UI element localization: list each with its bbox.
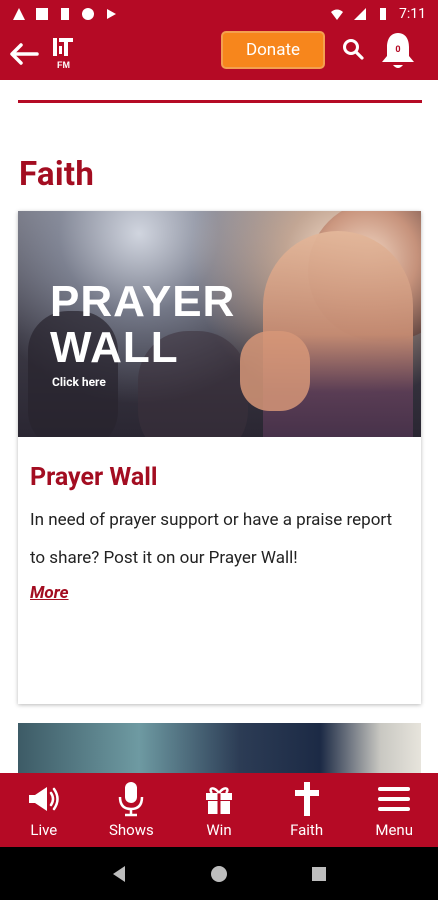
wifi-icon: [331, 9, 343, 20]
back-button[interactable]: [0, 28, 48, 80]
back-triangle-icon[interactable]: [111, 865, 127, 883]
nav-label-live: Live: [30, 821, 58, 839]
image-click-here: Click here: [52, 375, 106, 389]
nav-label-shows: Shows: [109, 821, 154, 839]
circle-notification-icon: [82, 8, 94, 20]
megaphone-icon: [26, 781, 62, 817]
nav-item-faith[interactable]: Faith: [263, 773, 351, 847]
nav-item-menu[interactable]: Menu: [350, 773, 438, 847]
card-description: In need of prayer support or have a prai…: [30, 510, 393, 568]
microphone-icon: [113, 781, 149, 817]
system-icons: 7:11: [330, 6, 426, 22]
recents-square-icon[interactable]: [311, 866, 327, 882]
search-button[interactable]: [338, 34, 368, 64]
status-bar: 7:11: [0, 0, 438, 28]
bottom-navigation: Live Shows Win Faith Menu: [0, 773, 438, 847]
app-notification-icon: [36, 8, 48, 20]
battery-icon: [380, 8, 386, 20]
page-title: Faith: [19, 155, 95, 194]
system-navigation-bar: [0, 847, 438, 900]
notification-icons: [12, 7, 118, 21]
notification-count: 0: [395, 45, 401, 55]
content-divider: [18, 100, 422, 103]
nav-item-live[interactable]: Live: [0, 773, 88, 847]
prayer-wall-image[interactable]: PRAYER WALL Click here: [18, 211, 421, 437]
arrow-left-icon: [10, 43, 39, 65]
warning-icon: [13, 8, 25, 20]
donate-button[interactable]: Donate: [221, 31, 325, 69]
photo-praying-hands: [240, 331, 310, 411]
more-link[interactable]: More: [30, 583, 69, 603]
hamburger-icon: [376, 781, 412, 817]
sd-card-icon: [61, 8, 69, 20]
app-bar: FM Donate 0: [0, 28, 438, 80]
home-circle-icon[interactable]: [210, 865, 228, 883]
station-logo[interactable]: FM: [48, 34, 78, 74]
gift-icon: [201, 781, 237, 817]
cross-icon: [289, 781, 325, 817]
app-screen: 7:11 FM Donate 0 Faith PRAYER WALL Click…: [0, 0, 438, 900]
clock-text: 7:11: [399, 6, 426, 22]
image-headline: PRAYER WALL: [50, 277, 236, 372]
signal-icon: [354, 8, 366, 20]
logo-icon: FM: [53, 38, 73, 70]
card-title[interactable]: Prayer Wall: [30, 463, 157, 492]
play-notification-icon: [107, 9, 116, 19]
search-icon: [343, 39, 364, 60]
nav-label-faith: Faith: [290, 821, 324, 839]
nav-label-win: Win: [206, 821, 232, 839]
nav-item-win[interactable]: Win: [175, 773, 263, 847]
prayer-wall-card[interactable]: PRAYER WALL Click here Prayer Wall In ne…: [18, 211, 421, 704]
nav-label-menu: Menu: [375, 821, 413, 839]
nav-item-shows[interactable]: Shows: [88, 773, 176, 847]
svg-text:FM: FM: [57, 60, 70, 70]
notifications-button[interactable]: 0: [378, 30, 418, 72]
next-card-image[interactable]: [18, 723, 421, 773]
